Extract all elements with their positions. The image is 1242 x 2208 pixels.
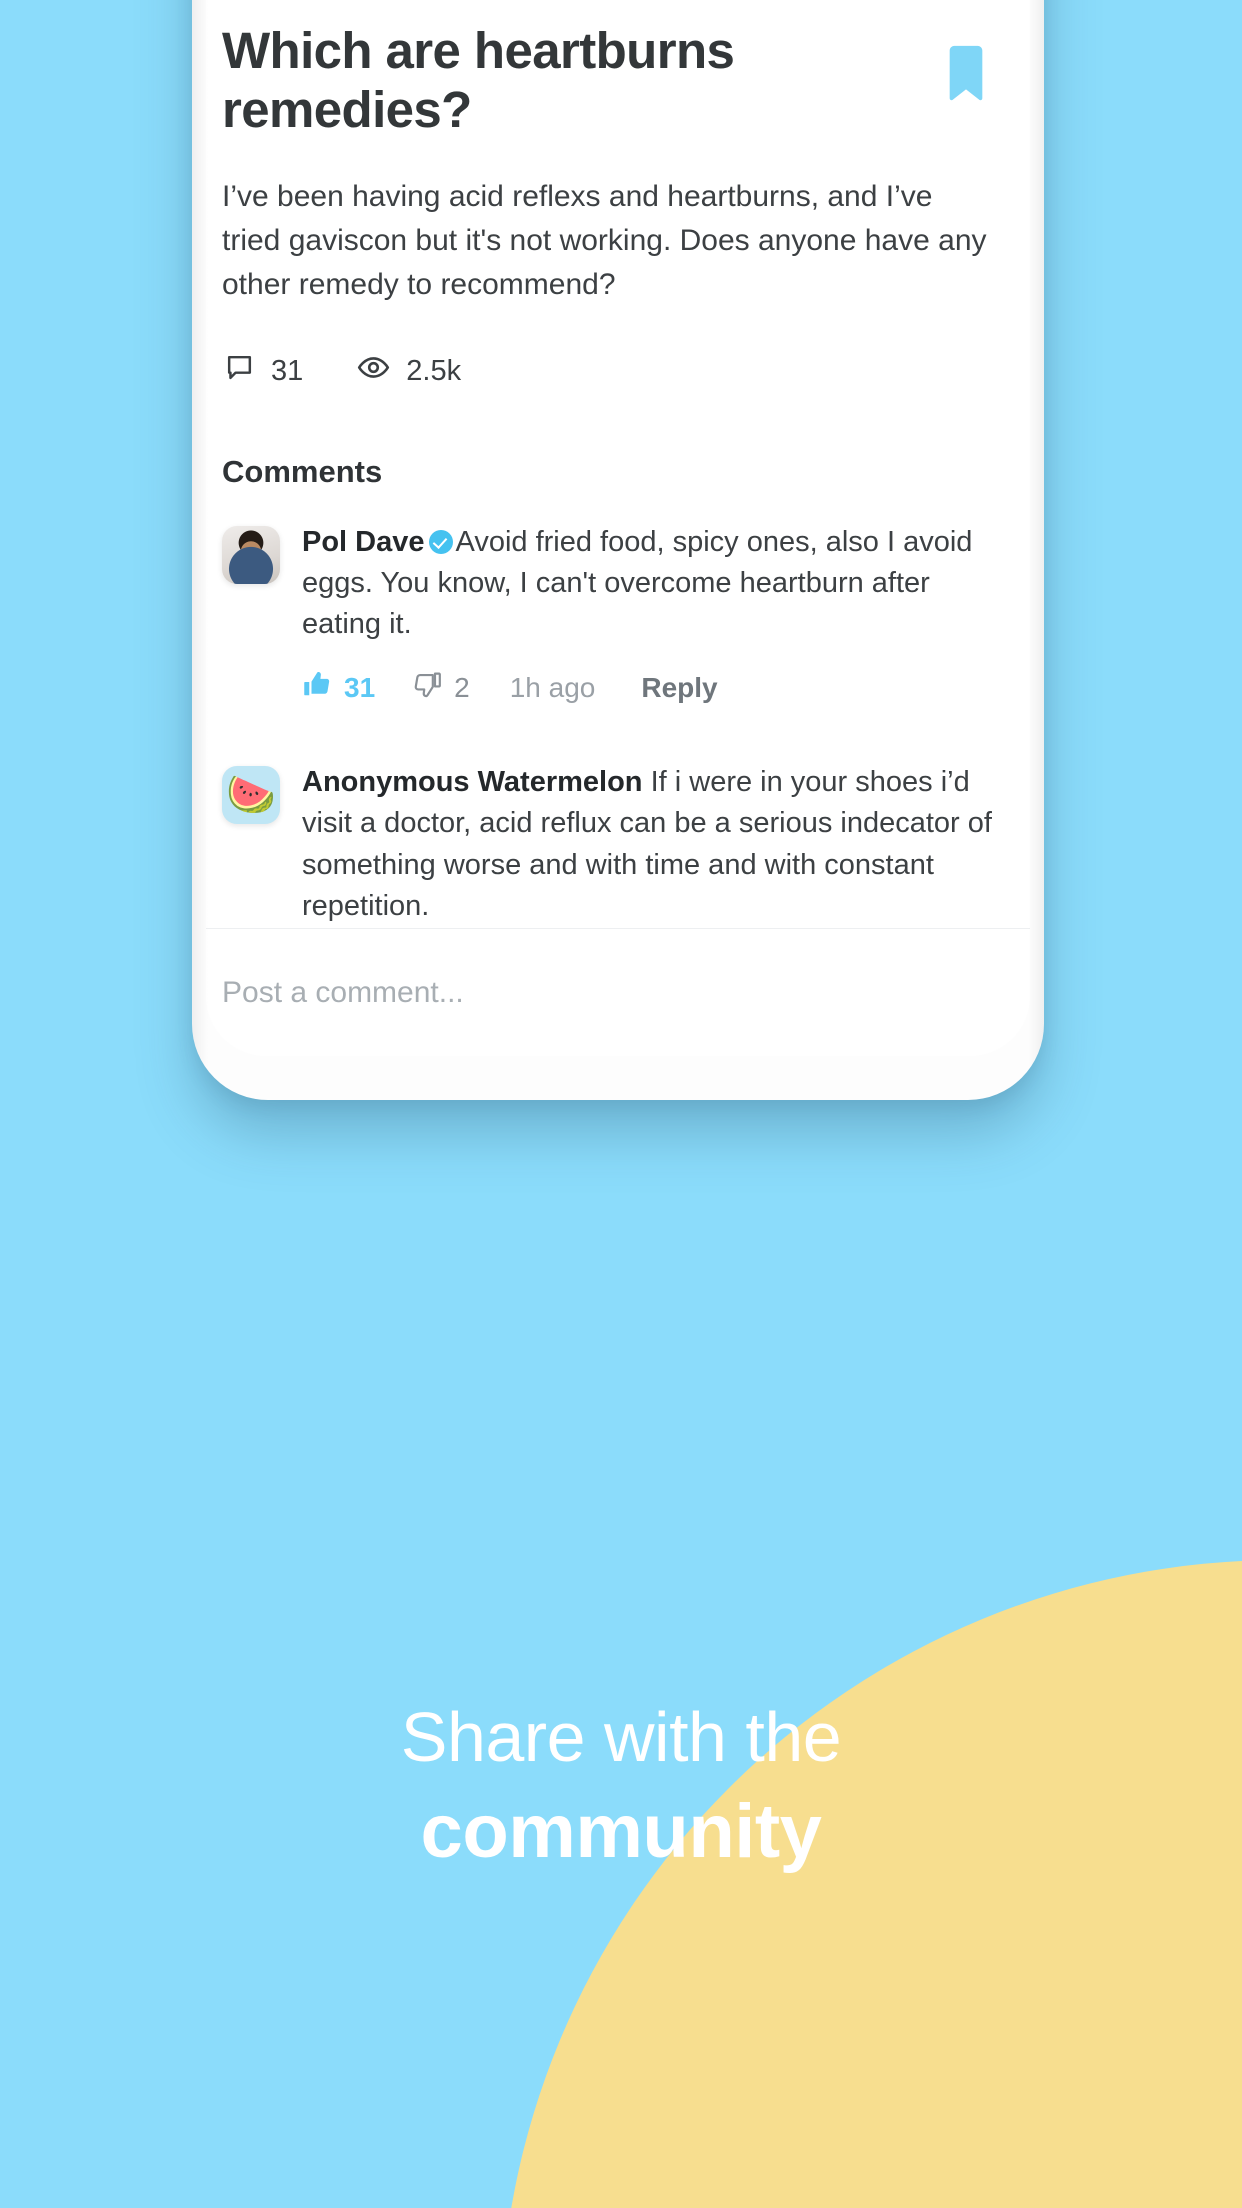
phone-screen: 1h ago by Jessica Which are heartburns r… [206,0,1030,1056]
dislike-button[interactable]: 2 [413,670,470,706]
thumbs-up-filled-icon [302,669,332,706]
like-button[interactable]: 31 [302,669,375,706]
view-count-stat: 2.5k [357,351,461,392]
post-body: I’ve been having acid reflexs and heartb… [222,180,987,301]
commenter-avatar[interactable]: 🍉 [222,766,280,825]
comment-actions: 31 2 1h ago Reply [302,645,996,706]
reply-button[interactable]: Reply [641,672,717,704]
post-stats: 31 2.5k [206,307,1030,392]
thumbs-down-icon [413,670,442,706]
comment-icon [224,352,255,391]
commenter-name[interactable]: Pol Dave [302,526,425,558]
phone-mockup: 1h ago by Jessica Which are heartburns r… [192,0,1044,1100]
comment-count-value: 31 [271,354,304,387]
post-title-row: Which are heartburns remedies? [206,0,1030,139]
bookmark-icon[interactable] [944,44,988,107]
eye-icon [357,351,390,392]
page-title: Which are heartburns remedies? [222,22,735,138]
commenter-avatar[interactable] [222,525,280,584]
comments-heading: Comments [222,453,383,489]
marketing-line-2: community [420,1788,822,1874]
view-count-value: 2.5k [406,354,462,387]
yellow-background-shape [500,1560,1242,2208]
verified-check-icon [428,529,453,554]
dislike-count: 2 [454,671,470,703]
comment-timestamp: 1h ago [509,671,596,703]
comment-input-placeholder[interactable]: Post a comment... [222,976,464,1010]
watermelon-emoji-icon: 🍉 [226,773,276,818]
marketing-line-1: Share with the [400,1698,842,1776]
comment-main: Pol Dave Avoid fried food, spicy ones, al… [302,522,996,707]
comment-item: Pol Dave Avoid fried food, spicy ones, al… [206,490,1030,707]
comment-count-stat[interactable]: 31 [224,352,303,391]
commenter-name[interactable]: Anonymous Watermelon [302,766,643,798]
post-detail-content: 1h ago by Jessica Which are heartburns r… [206,0,1030,987]
comment-text-block: Anonymous Watermelon If i were in your s… [302,762,996,927]
marketing-copy: Share with the community [0,1698,1242,1877]
comment-composer[interactable]: Post a comment... [206,928,1030,1056]
like-count: 31 [344,671,376,703]
comment-text-block: Pol Dave Avoid fried food, spicy ones, al… [302,522,996,646]
